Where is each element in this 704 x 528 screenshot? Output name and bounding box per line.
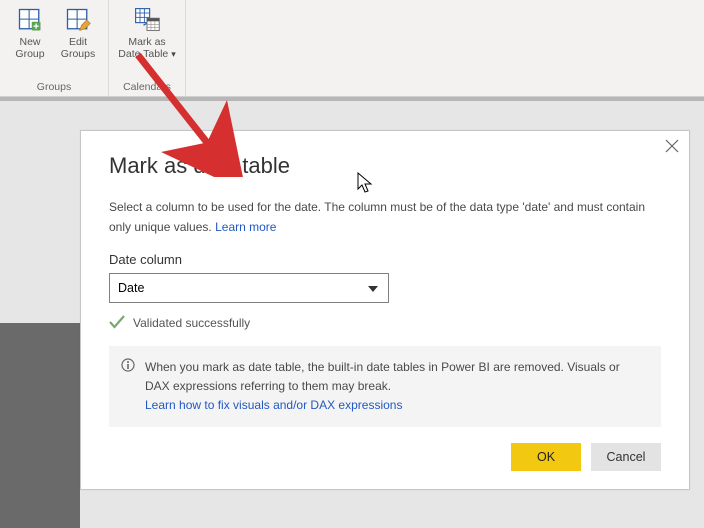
dialog-description: Select a column to be used for the date.… [109, 197, 661, 238]
date-column-label: Date column [109, 252, 661, 267]
check-icon [109, 315, 125, 332]
info-box: When you mark as date table, the built-i… [109, 346, 661, 428]
chevron-down-icon [368, 281, 378, 295]
validation-status: Validated successfully [109, 315, 661, 332]
date-column-select[interactable]: Date [109, 273, 389, 303]
edit-groups-button[interactable]: Edit Groups [54, 4, 102, 79]
date-table-icon [133, 6, 161, 34]
side-panel [0, 323, 80, 528]
ribbon-button-label: Mark as [128, 36, 165, 48]
ribbon-group-label: Calendars [123, 79, 171, 96]
close-icon [665, 139, 679, 153]
dialog-title: Mark as date table [109, 153, 661, 179]
learn-more-link[interactable]: Learn more [215, 220, 276, 234]
mark-as-date-table-button[interactable]: Mark as Date Table ▾ [115, 4, 179, 79]
ribbon-group-calendars: Mark as Date Table ▾ Calendars [109, 0, 186, 96]
mark-as-date-table-dialog: Mark as date table Select a column to be… [80, 130, 690, 490]
dialog-description-text: Select a column to be used for the date.… [109, 200, 645, 234]
info-icon [121, 358, 135, 378]
dialog-buttons: OK Cancel [109, 443, 661, 471]
chevron-down-icon: ▾ [171, 49, 176, 59]
ribbon-group-groups: New Group Edit Groups [0, 0, 109, 96]
new-group-icon [16, 6, 44, 34]
ribbon-button-label: New [19, 36, 40, 48]
edit-groups-icon [64, 6, 92, 34]
ribbon-button-label: Groups [61, 48, 95, 60]
new-group-button[interactable]: New Group [6, 4, 54, 79]
validation-text: Validated successfully [133, 316, 250, 330]
close-button[interactable] [665, 139, 679, 158]
info-link[interactable]: Learn how to fix visuals and/or DAX expr… [145, 398, 402, 412]
ribbon-button-label: Group [15, 48, 44, 60]
select-value: Date [118, 281, 144, 295]
ribbon-button-label: Edit [69, 36, 87, 48]
cancel-button[interactable]: Cancel [591, 443, 661, 471]
ribbon: New Group Edit Groups [0, 0, 704, 97]
ribbon-group-label: Groups [37, 79, 71, 96]
ribbon-button-label: Date Table [118, 48, 168, 60]
info-text: When you mark as date table, the built-i… [145, 360, 620, 393]
ok-button[interactable]: OK [511, 443, 581, 471]
